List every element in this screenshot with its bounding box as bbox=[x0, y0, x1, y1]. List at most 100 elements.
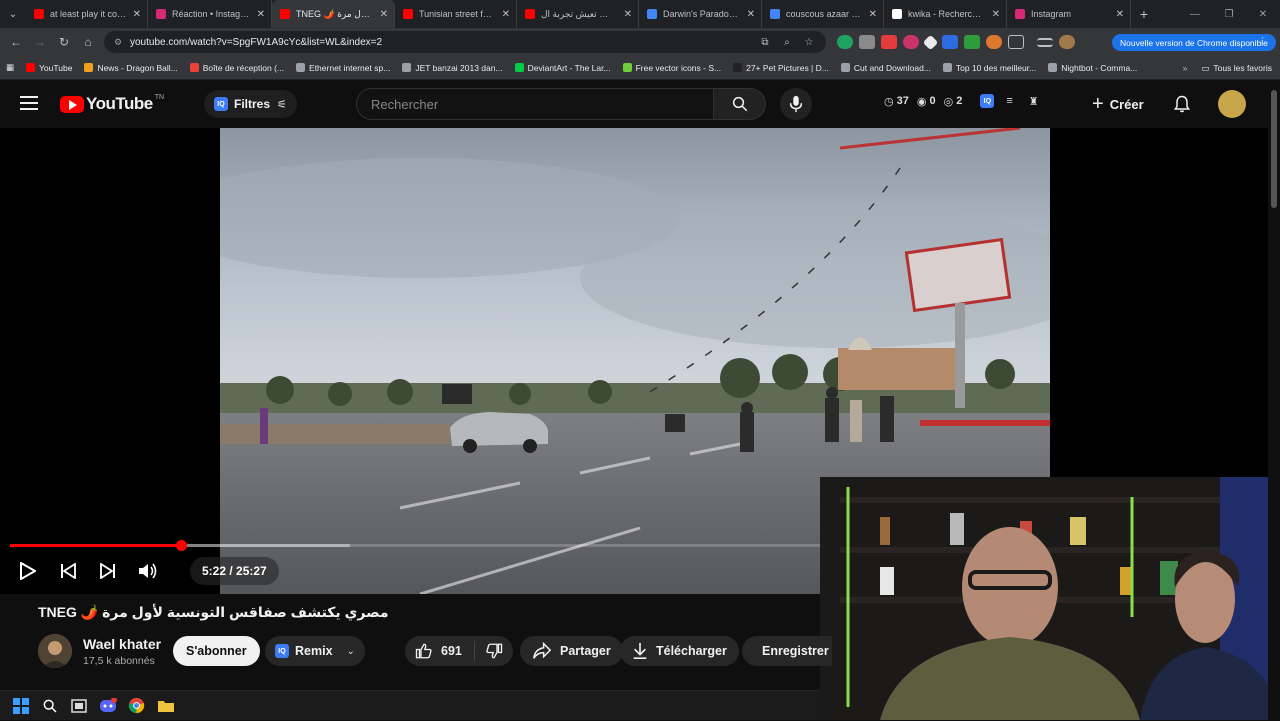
chrome-update-button[interactable]: Nouvelle version de Chrome disponible bbox=[1112, 34, 1276, 51]
tab-favicon-icon bbox=[34, 9, 44, 19]
tab-close-icon[interactable]: ✕ bbox=[1116, 9, 1124, 20]
url-omnibox[interactable]: ⚙ youtube.com/watch?v=SpgFW1A9cYc&list=W… bbox=[104, 31, 826, 53]
bookmark-item[interactable]: YouTube bbox=[20, 63, 78, 73]
bookmark-star-icon[interactable]: ☆ bbox=[798, 37, 820, 48]
play-button[interactable] bbox=[8, 556, 48, 586]
bookmark-label: JET banzai 2013 dan... bbox=[415, 62, 503, 73]
download-button[interactable]: Télécharger bbox=[620, 636, 739, 666]
back-icon[interactable]: ← bbox=[4, 35, 28, 49]
iq-menu-icon[interactable]: IQ bbox=[980, 94, 995, 108]
bookmark-item[interactable]: News - Dragon Ball... bbox=[78, 63, 183, 73]
browser-tab[interactable]: kwika - Recherche Go ✕ bbox=[884, 0, 1007, 28]
extension-green-icon[interactable] bbox=[837, 35, 853, 49]
maximize-icon[interactable]: ❐ bbox=[1212, 9, 1246, 20]
bookmark-item[interactable]: Boîte de réception (... bbox=[184, 63, 290, 73]
browser-tab[interactable]: Tunisian street food ✕ bbox=[395, 0, 517, 28]
extension-orange-icon[interactable] bbox=[986, 35, 1002, 49]
tab-close-icon[interactable]: ✕ bbox=[624, 9, 632, 20]
zoom-icon[interactable]: ⌕ bbox=[776, 37, 798, 48]
stats-widget[interactable]: ◷ 37 ◉ 0 ◎ 2 IQ ≡ ♜ bbox=[884, 94, 1047, 108]
bookmark-item[interactable]: JET banzai 2013 dan... bbox=[396, 63, 508, 73]
youtube-logo[interactable]: YouTube TN bbox=[60, 94, 164, 114]
bookmark-item[interactable]: DeviantArt - The Lar... bbox=[509, 63, 617, 73]
trophy-icon[interactable]: ♜ bbox=[1029, 95, 1039, 108]
create-button[interactable]: + Créer bbox=[1092, 92, 1144, 116]
browser-tab[interactable]: Darwin's Paradox! su ✕ bbox=[639, 0, 762, 28]
remix-button[interactable]: IQ Remix ⌄ bbox=[265, 636, 365, 666]
taskbar-search-icon[interactable] bbox=[35, 691, 64, 721]
bookmark-item[interactable]: Cut and Download... bbox=[835, 63, 937, 73]
extension-red-icon[interactable] bbox=[881, 35, 897, 49]
menu-icon[interactable] bbox=[20, 96, 38, 110]
tab-search-icon[interactable]: ⌄ bbox=[0, 0, 26, 28]
bookmark-item[interactable]: Ethernet internet sp... bbox=[290, 63, 396, 73]
voice-search-button[interactable] bbox=[780, 88, 812, 120]
profile-avatar-icon[interactable] bbox=[1059, 35, 1075, 49]
volume-button[interactable] bbox=[128, 556, 168, 586]
windows-start-icon[interactable] bbox=[6, 691, 35, 721]
progress-bar[interactable] bbox=[10, 540, 820, 551]
bookmark-item[interactable]: Nightbot - Comma... bbox=[1042, 63, 1143, 73]
tab-close-icon[interactable]: ✕ bbox=[257, 9, 265, 20]
chrome-icon[interactable] bbox=[122, 691, 151, 721]
tab-close-icon[interactable]: ✕ bbox=[133, 9, 141, 20]
browser-tab[interactable]: TNEG 🌶️ مصري يكتشف صفاقس التونسية لأول م… bbox=[272, 0, 395, 28]
bookmark-item[interactable]: 27+ Pet Pictures | D... bbox=[727, 63, 835, 73]
scrollbar-thumb[interactable] bbox=[1271, 90, 1277, 208]
browser-tab[interactable]: couscous azaar allou ✕ bbox=[762, 0, 884, 28]
task-view-icon[interactable] bbox=[64, 691, 93, 721]
close-window-icon[interactable]: ✕ bbox=[1246, 9, 1280, 20]
extension-camera-icon[interactable] bbox=[859, 35, 875, 49]
next-button[interactable] bbox=[88, 556, 128, 586]
time-display: 5:22 / 25:27 bbox=[190, 557, 279, 585]
queue-list-icon[interactable]: ≡ bbox=[1006, 95, 1012, 107]
extension-diamond-icon[interactable] bbox=[922, 34, 939, 50]
tab-close-icon[interactable]: ✕ bbox=[747, 9, 755, 20]
like-button[interactable]: 691 bbox=[405, 641, 475, 661]
bookmark-item[interactable]: Top 10 des meilleur... bbox=[937, 63, 1042, 73]
share-button[interactable]: Partager bbox=[520, 636, 623, 666]
forward-icon[interactable]: → bbox=[28, 35, 52, 49]
chevron-down-icon[interactable]: ⌄ bbox=[347, 646, 355, 657]
progress-scrubber[interactable] bbox=[175, 540, 187, 551]
filters-button[interactable]: IQ Filtres ⚟ bbox=[204, 90, 297, 118]
browser-tab[interactable]: Instagram ✕ bbox=[1007, 0, 1131, 28]
new-tab-button[interactable]: + bbox=[1131, 6, 1157, 22]
browser-tab[interactable]: at least play it cool - ✕ bbox=[26, 0, 148, 28]
site-info-icon[interactable]: ⚙ bbox=[114, 37, 124, 47]
extensions-puzzle-icon[interactable] bbox=[1008, 35, 1024, 49]
search-input[interactable]: Rechercher bbox=[356, 88, 714, 120]
apps-grid-icon[interactable]: ▦ bbox=[0, 62, 20, 73]
install-icon[interactable]: ⧉ bbox=[754, 37, 776, 48]
previous-button[interactable] bbox=[48, 556, 88, 586]
minimize-icon[interactable]: — bbox=[1178, 9, 1212, 20]
notifications-bell-icon[interactable] bbox=[1172, 94, 1192, 119]
discord-icon[interactable] bbox=[93, 691, 122, 721]
tab-favicon-icon bbox=[770, 9, 780, 19]
save-button[interactable]: Enregistrer bbox=[742, 636, 832, 666]
extension-blue-icon[interactable] bbox=[942, 35, 958, 49]
browser-tab[interactable]: Réaction • Instagram ✕ bbox=[148, 0, 272, 28]
page-scrollbar[interactable] bbox=[1268, 80, 1280, 720]
channel-name[interactable]: Wael khater bbox=[83, 636, 161, 652]
file-explorer-icon[interactable] bbox=[151, 691, 180, 721]
bookmark-item[interactable]: Free vector icons - S... bbox=[617, 63, 728, 73]
subscribe-button[interactable]: S'abonner bbox=[173, 636, 260, 666]
tab-close-icon[interactable]: ✕ bbox=[380, 9, 388, 20]
more-bookmarks-icon[interactable]: » bbox=[1183, 63, 1188, 73]
search-button[interactable] bbox=[714, 88, 766, 120]
tab-close-icon[interactable]: ✕ bbox=[992, 9, 1000, 20]
dislike-button[interactable] bbox=[475, 642, 503, 660]
browser-tab[interactable]: كيفاش تعيش تجربة ال ✕ bbox=[517, 0, 639, 28]
reading-list-icon[interactable] bbox=[1037, 37, 1053, 47]
extension-pink-icon[interactable] bbox=[903, 35, 919, 49]
home-icon[interactable]: ⌂ bbox=[76, 35, 100, 49]
channel-avatar[interactable] bbox=[38, 634, 72, 668]
all-bookmarks[interactable]: » ▭ Tous les favoris bbox=[1183, 56, 1272, 80]
tab-close-icon[interactable]: ✕ bbox=[869, 9, 877, 20]
browser-menu-icon[interactable]: ⋮ bbox=[1257, 35, 1268, 48]
reload-icon[interactable]: ↻ bbox=[52, 35, 76, 49]
tab-close-icon[interactable]: ✕ bbox=[502, 9, 510, 20]
user-avatar[interactable] bbox=[1218, 90, 1246, 118]
extension-android-icon[interactable] bbox=[964, 35, 980, 49]
